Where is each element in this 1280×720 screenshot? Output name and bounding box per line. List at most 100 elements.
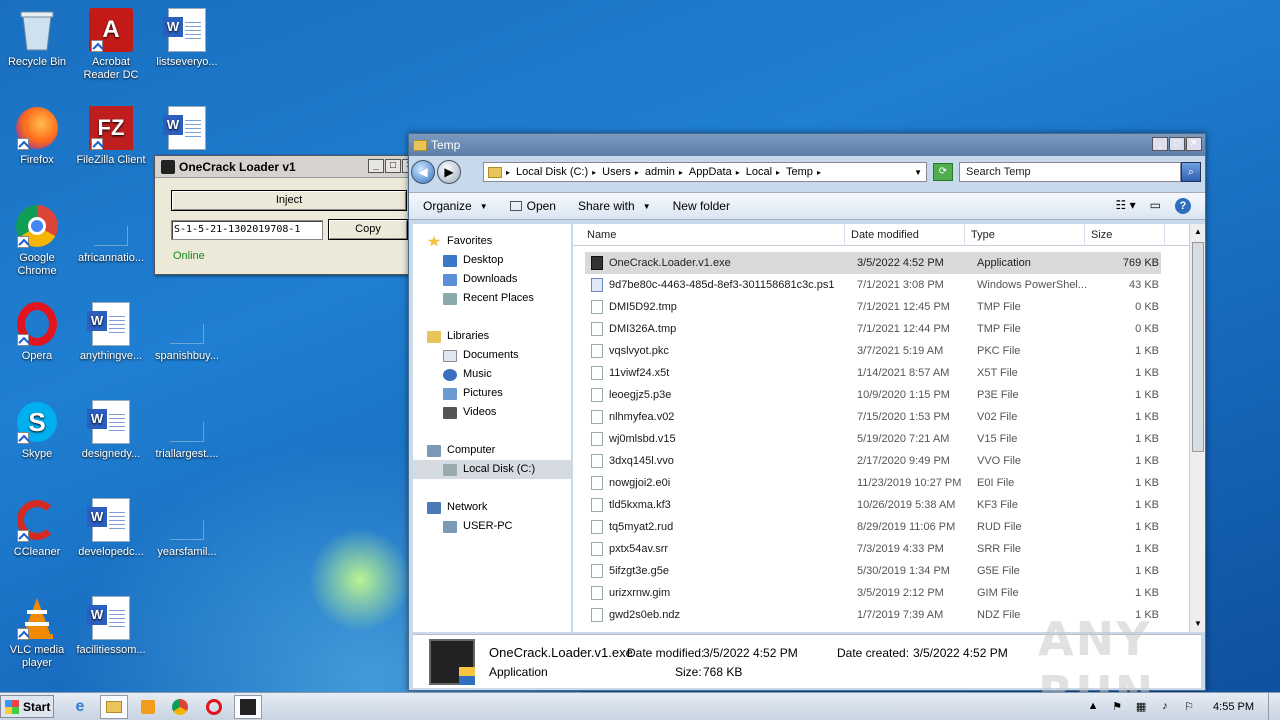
sid-field[interactable]: S-1-5-21-1302019708-1 [171, 220, 323, 240]
desktop-icon-firefox[interactable]: Firefox [0, 106, 74, 167]
file-row[interactable]: nlhmyfea.v02 7/15/2020 1:53 PM V02 File 1 K… [585, 406, 1161, 428]
nav-user-pc[interactable]: USER-PC [443, 517, 513, 536]
desktop-icon-doc-6[interactable]: facilitiessom... [74, 596, 148, 657]
file-row[interactable]: OneCrack.Loader.v1.exe 3/5/2022 4:52 PM Ap… [585, 252, 1161, 274]
chrome-taskbar-icon[interactable] [166, 695, 194, 719]
file-row[interactable]: wj0mlsbd.v15 5/19/2020 7:21 AM V15 File 1 K… [585, 428, 1161, 450]
start-button[interactable]: Start [0, 695, 54, 718]
nav-computer[interactable]: Computer [427, 441, 495, 460]
desktop-icon-filezilla[interactable]: FZ FileZilla Client [74, 106, 148, 167]
address-bar[interactable]: ▸ Local Disk (C:) ▸ Users ▸ admin ▸ AppD… [483, 162, 927, 182]
nav-videos[interactable]: Videos [443, 403, 496, 422]
view-options-icon[interactable]: ☷ ▾ [1116, 198, 1136, 214]
file-row[interactable]: 3dxq145l.vvo 2/17/2020 9:49 PM VVO File 1 K… [585, 450, 1161, 472]
open-button[interactable]: Open [509, 199, 556, 213]
nav-music[interactable]: Music [443, 365, 492, 384]
column-date-modified[interactable]: Date modified [845, 224, 965, 246]
inject-button[interactable]: Inject [171, 190, 407, 211]
desktop-icon-doc-5[interactable]: developedc... [74, 498, 148, 559]
file-row[interactable]: DMI326A.tmp 7/1/2021 12:44 PM TMP File 0 KB [585, 318, 1161, 340]
maximize-button[interactable]: □ [1169, 137, 1185, 151]
breadcrumb-local[interactable]: Local [746, 166, 772, 178]
nav-network[interactable]: Network [427, 498, 487, 517]
explorer-titlebar[interactable]: Temp _ □ ✕ [409, 134, 1205, 156]
file-row[interactable]: 11viwf24.x5t 1/14/2021 8:57 AM X5T File 1 K… [585, 362, 1161, 384]
flag-icon[interactable]: ⚐ [1181, 700, 1197, 714]
desktop-icon-file-spanishbuy[interactable]: spanishbuy... [150, 302, 224, 363]
file-row[interactable]: DMI5D92.tmp 7/1/2021 12:45 PM TMP File 0 KB [585, 296, 1161, 318]
new-folder-button[interactable]: New folder [673, 199, 730, 213]
opera-taskbar-icon[interactable] [200, 695, 228, 719]
breadcrumb-appdata[interactable]: AppData [689, 166, 732, 178]
nav-desktop[interactable]: Desktop [443, 251, 503, 270]
volume-icon[interactable]: ♪ [1157, 700, 1173, 714]
column-name[interactable]: Name [581, 224, 845, 246]
desktop-icon-doc-4[interactable]: designedy... [74, 400, 148, 461]
refresh-icon[interactable]: ⟳ [933, 163, 953, 181]
internet-explorer-icon[interactable]: e [66, 695, 94, 719]
file-row[interactable]: tld5kxma.kf3 10/26/2019 5:38 AM KF3 File 1 … [585, 494, 1161, 516]
desktop-icon-opera[interactable]: Opera [0, 302, 74, 363]
file-row[interactable]: pxtx54av.srr 7/3/2019 4:33 PM SRR File 1 KB [585, 538, 1161, 560]
maximize-button[interactable]: □ [385, 159, 401, 173]
minimize-button[interactable]: _ [1152, 137, 1168, 151]
column-type[interactable]: Type [965, 224, 1085, 246]
loader-titlebar[interactable]: OneCrack Loader v1 _ □ ✕ [155, 156, 421, 178]
breadcrumb-temp[interactable]: Temp [786, 166, 813, 178]
show-desktop-button[interactable] [1268, 693, 1280, 720]
nav-documents[interactable]: Documents [443, 346, 519, 365]
network-icon[interactable]: ▦ [1133, 700, 1149, 714]
desktop-icon-vlc[interactable]: VLC media player [0, 596, 74, 670]
chevron-down-icon[interactable]: ▼ [914, 168, 922, 177]
file-row[interactable]: leoegjz5.p3e 10/9/2020 1:15 PM P3E File 1 K… [585, 384, 1161, 406]
scroll-up-icon[interactable]: ▲ [1190, 224, 1206, 240]
nav-recent-places[interactable]: Recent Places [443, 289, 534, 308]
action-center-icon[interactable]: ⚑ [1109, 700, 1125, 714]
nav-pictures[interactable]: Pictures [443, 384, 503, 403]
search-input[interactable]: Search Temp [959, 162, 1181, 182]
nav-local-disk[interactable]: Local Disk (C:) [413, 460, 571, 479]
help-icon[interactable]: ? [1175, 198, 1191, 214]
desktop-icon-acrobat[interactable]: A Acrobat Reader DC [74, 8, 148, 82]
nav-libraries[interactable]: Libraries [427, 327, 489, 346]
breadcrumb-local-disk[interactable]: Local Disk (C:) [516, 166, 588, 178]
vertical-scrollbar[interactable]: ▲ ▼ [1189, 224, 1205, 632]
explorer-taskbar-icon[interactable] [100, 695, 128, 719]
file-row[interactable]: urizxrnw.gim 3/5/2019 2:12 PM GIM File 1 KB [585, 582, 1161, 604]
back-button[interactable]: ◀ [411, 160, 435, 184]
desktop-icon-chrome[interactable]: Google Chrome [0, 204, 74, 278]
desktop-icon-recycle-bin[interactable]: Recycle Bin [0, 8, 74, 69]
desktop-icon-doc-3[interactable]: anythingve... [74, 302, 148, 363]
desktop-icon-file-africannatio[interactable]: africannatio... [74, 204, 148, 265]
organize-button[interactable]: Organize ▼ [423, 199, 488, 213]
desktop-icon-doc-2[interactable] [150, 106, 224, 154]
nav-downloads[interactable]: Downloads [443, 270, 517, 289]
forward-button[interactable]: ▶ [437, 160, 461, 184]
desktop-icon-file-triallargest[interactable]: triallargest.... [150, 400, 224, 461]
onecrack-taskbar-icon[interactable] [234, 695, 262, 719]
file-row[interactable]: nowgjoi2.e0i 11/23/2019 10:27 PM E0I File 1… [585, 472, 1161, 494]
minimize-button[interactable]: _ [368, 159, 384, 173]
preview-pane-icon[interactable]: ▭ [1150, 198, 1161, 214]
show-hidden-icons-icon[interactable]: ▲ [1085, 700, 1101, 714]
file-row[interactable]: tq5myat2.rud 8/29/2019 11:06 PM RUD File 1 … [585, 516, 1161, 538]
breadcrumb-users[interactable]: Users [602, 166, 631, 178]
system-tray: ▲ ⚑ ▦ ♪ ⚐ 4:55 PM [1085, 693, 1280, 720]
copy-button[interactable]: Copy [328, 219, 408, 240]
file-row[interactable]: vqslvyot.pkc 3/7/2021 5:19 AM PKC File 1 KB [585, 340, 1161, 362]
close-button[interactable]: ✕ [1186, 137, 1202, 151]
media-player-icon[interactable] [134, 695, 162, 719]
column-size[interactable]: Size [1085, 224, 1165, 246]
desktop-icon-doc-1[interactable]: listseveryo... [150, 8, 224, 69]
search-icon[interactable]: ⌕ [1181, 162, 1201, 182]
file-row[interactable]: 9d7be80c-4463-485d-8ef3-301158681c3c.ps1… [585, 274, 1161, 296]
desktop-icon-ccleaner[interactable]: CCleaner [0, 498, 74, 559]
breadcrumb-admin[interactable]: admin [645, 166, 675, 178]
file-row[interactable]: 5ifzgt3e.g5e 5/30/2019 1:34 PM G5E File 1 K… [585, 560, 1161, 582]
desktop-icon-file-yearsfamil[interactable]: yearsfamil... [150, 498, 224, 559]
clock[interactable]: 4:55 PM [1213, 701, 1254, 713]
share-with-button[interactable]: Share with ▼ [578, 199, 651, 213]
nav-favorites[interactable]: Favorites [427, 232, 492, 251]
desktop-icon-skype[interactable]: S Skype [0, 400, 74, 461]
scroll-thumb[interactable] [1192, 242, 1204, 452]
